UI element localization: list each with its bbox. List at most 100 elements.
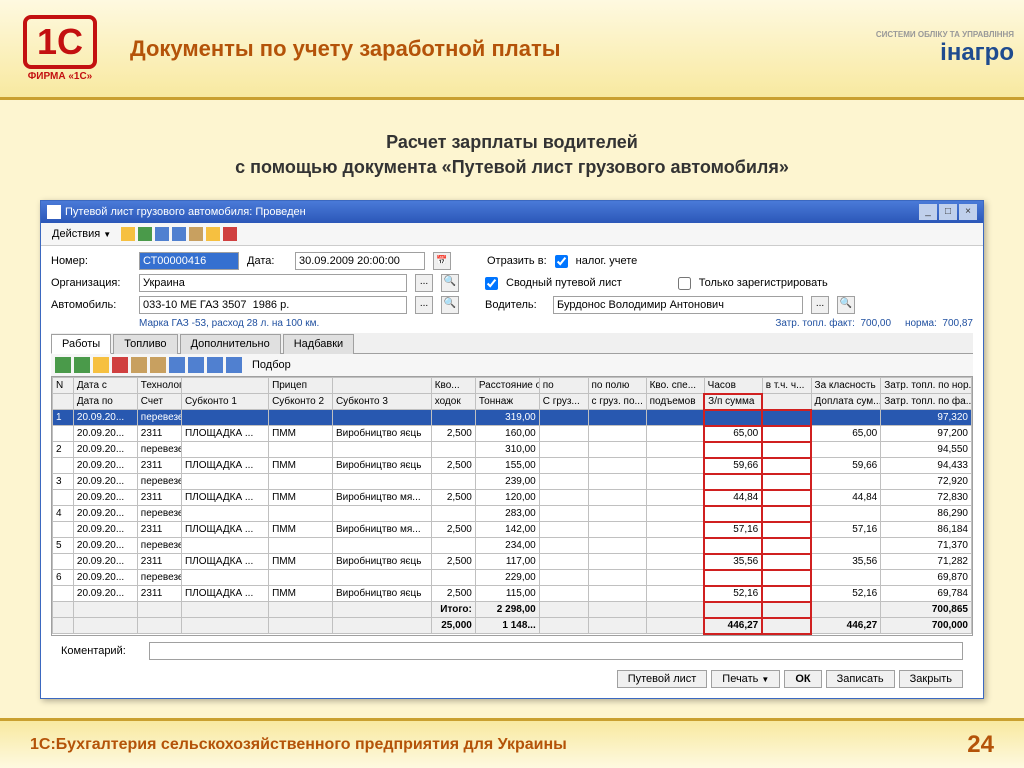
table-row[interactable]: 120.09.20...перевезення підстилки319,009… <box>53 410 972 426</box>
car-input[interactable] <box>139 296 407 314</box>
print-button[interactable]: Печать ▼ <box>711 670 780 688</box>
tax-checkbox[interactable] <box>555 255 568 268</box>
col-header[interactable]: подъемов <box>646 394 704 410</box>
col-header[interactable]: Субконто 3 <box>332 394 431 410</box>
window-controls: _ □ × <box>919 204 977 220</box>
table-row[interactable]: 220.09.20...перевезення підстилки310,009… <box>53 442 972 458</box>
col-header[interactable]: N <box>53 378 74 394</box>
car-search-icon[interactable]: 🔍 <box>441 296 459 314</box>
col-header[interactable] <box>181 378 268 394</box>
comment-input[interactable] <box>149 642 963 660</box>
selection-button[interactable]: Подбор <box>245 356 298 374</box>
col-header[interactable]: Дата с <box>73 378 137 394</box>
slide-body: Расчет зарплаты водителей с помощью доку… <box>0 100 1024 718</box>
edit-row-icon[interactable] <box>93 357 109 373</box>
table-row[interactable]: 20.09.20...2311ПЛОЩАДКА ...ПММВиробництв… <box>53 586 972 602</box>
tab-allowances[interactable]: Надбавки <box>283 334 354 354</box>
move-down-icon[interactable] <box>188 357 204 373</box>
table-row[interactable]: 320.09.20...перевезення підстилки239,007… <box>53 474 972 490</box>
col-header[interactable]: Дата по <box>73 394 137 410</box>
driver-pick-button[interactable]: ... <box>811 296 829 314</box>
add-row-icon[interactable] <box>55 357 71 373</box>
col-header[interactable]: по полю <box>588 378 646 394</box>
col-header[interactable]: Расстояние общ. <box>475 378 539 394</box>
print-sheet-button[interactable]: Путевой лист <box>617 670 708 688</box>
tab-additional[interactable]: Дополнительно <box>180 334 281 354</box>
table-row[interactable]: 20.09.20...2311ПЛОЩАДКА ...ПММВиробництв… <box>53 554 972 570</box>
col-header[interactable] <box>53 394 74 410</box>
grid-icon-10[interactable] <box>226 357 242 373</box>
col-header[interactable]: с груз. по... <box>588 394 646 410</box>
car-pick-button[interactable]: ... <box>415 296 433 314</box>
toolbar-icon-3[interactable] <box>155 227 169 241</box>
tab-works[interactable]: Работы <box>51 334 111 354</box>
col-header[interactable]: Технологическая операция <box>137 378 181 394</box>
actions-menu[interactable]: Действия ▼ <box>45 225 118 243</box>
col-header[interactable]: С груз... <box>539 394 588 410</box>
table-row[interactable]: 420.09.20...перевезення підстилки283,008… <box>53 506 972 522</box>
table-row[interactable]: 20.09.20...2311ПЛОЩАДКА ...ПММВиробництв… <box>53 458 972 474</box>
ok-button[interactable]: ОК <box>784 670 821 688</box>
window-icon <box>47 205 61 219</box>
table-row[interactable]: 20.09.20...2311ПЛОЩАДКА ...ПММВиробництв… <box>53 426 972 442</box>
grid-icon-9[interactable] <box>207 357 223 373</box>
date-input[interactable] <box>295 252 425 270</box>
col-header[interactable]: Субконто 2 <box>269 394 333 410</box>
col-header[interactable]: Кво. спе... <box>646 378 704 394</box>
col-header[interactable]: Субконто 1 <box>181 394 268 410</box>
table-row[interactable]: 520.09.20...перевезення підстилки234,007… <box>53 538 972 554</box>
org-search-icon[interactable]: 🔍 <box>441 274 459 292</box>
org-pick-button[interactable]: ... <box>415 274 433 292</box>
save-button[interactable]: Записать <box>826 670 895 688</box>
col-header[interactable]: Затр. топл. по нор... <box>881 378 972 394</box>
col-header[interactable]: ходок <box>431 394 475 410</box>
page-number: 24 <box>967 731 994 759</box>
only-register-checkbox[interactable] <box>678 277 691 290</box>
minimize-button[interactable]: _ <box>919 204 937 220</box>
col-header[interactable]: Счет <box>137 394 181 410</box>
logo-inagro: СИСТЕМИ ОБЛІКУ ТА УПРАВЛІННЯ інагро <box>876 30 1014 67</box>
window-titlebar[interactable]: Путевой лист грузового автомобиля: Прове… <box>41 201 983 223</box>
number-input[interactable] <box>139 252 239 270</box>
toolbar-icon-2[interactable] <box>138 227 152 241</box>
toolbar-icon-7[interactable] <box>223 227 237 241</box>
driver-label: Водитель: <box>485 299 545 311</box>
col-header[interactable]: З/п сумма <box>704 394 762 410</box>
col-header[interactable]: Кво... <box>431 378 475 394</box>
copy-row-icon[interactable] <box>74 357 90 373</box>
toolbar-icon-6[interactable] <box>206 227 220 241</box>
col-header[interactable]: За класность <box>811 378 881 394</box>
summary-checkbox[interactable] <box>485 277 498 290</box>
col-header[interactable]: Затр. топл. по фа... <box>881 394 972 410</box>
col-header[interactable]: Прицеп <box>269 378 333 394</box>
col-header[interactable]: Тоннаж <box>475 394 539 410</box>
col-header[interactable]: в т.ч. ч... <box>762 378 811 394</box>
maximize-button[interactable]: □ <box>939 204 957 220</box>
table-row[interactable]: 20.09.20...2311ПЛОЩАДКА ...ПММВиробництв… <box>53 522 972 538</box>
driver-search-icon[interactable]: 🔍 <box>837 296 855 314</box>
tab-fuel[interactable]: Топливо <box>113 334 177 354</box>
table-row[interactable]: 20.09.20...2311ПЛОЩАДКА ...ПММВиробництв… <box>53 490 972 506</box>
driver-input[interactable] <box>553 296 803 314</box>
delete-row-icon[interactable] <box>112 357 128 373</box>
toolbar-icon-5[interactable] <box>189 227 203 241</box>
button-row: Путевой лист Печать ▼ ОК Записать Закрыт… <box>51 666 973 692</box>
toolbar-icon-1[interactable] <box>121 227 135 241</box>
table-row[interactable]: 620.09.20...перевезення підстилки229,006… <box>53 570 972 586</box>
toolbar-icon-4[interactable] <box>172 227 186 241</box>
close-button[interactable]: × <box>959 204 977 220</box>
grid-toolbar: Подбор <box>51 354 973 376</box>
calendar-icon[interactable]: 📅 <box>433 252 451 270</box>
data-grid[interactable]: NДата сТехнологическая операция Прицеп Кво… <box>51 376 973 636</box>
col-header[interactable] <box>762 394 811 410</box>
col-header[interactable]: Доплата сум... <box>811 394 881 410</box>
close-window-button[interactable]: Закрыть <box>899 670 963 688</box>
col-header[interactable]: Часов <box>704 378 762 394</box>
col-header[interactable]: по <box>539 378 588 394</box>
number-label: Номер: <box>51 255 131 267</box>
col-header[interactable] <box>332 378 431 394</box>
grid-icon-6[interactable] <box>150 357 166 373</box>
grid-icon-5[interactable] <box>131 357 147 373</box>
move-up-icon[interactable] <box>169 357 185 373</box>
org-input[interactable] <box>139 274 407 292</box>
